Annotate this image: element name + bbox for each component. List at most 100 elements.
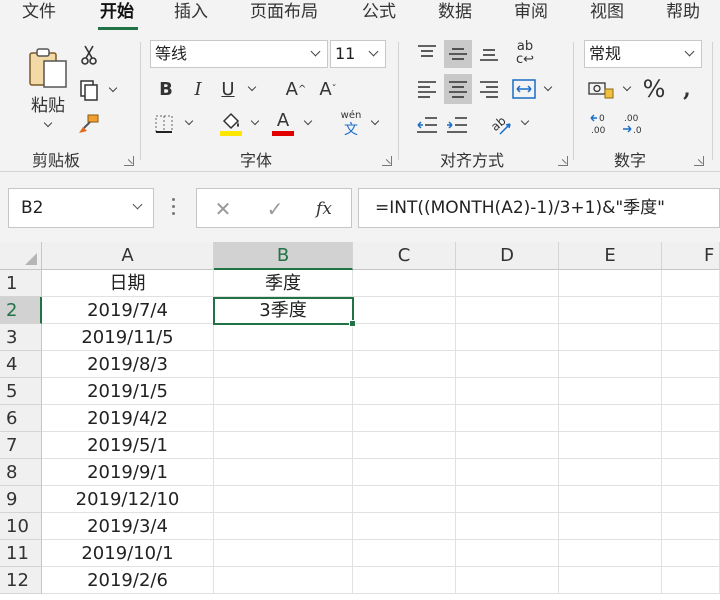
font-size-dropdown[interactable]: 11 [330, 40, 386, 68]
fill-color-button[interactable] [218, 110, 244, 138]
table-cell[interactable] [456, 270, 559, 297]
orientation-button[interactable]: ab c↩ [510, 38, 540, 68]
table-cell[interactable] [214, 351, 353, 378]
decrease-font-size-button[interactable]: Aˇ [316, 76, 340, 102]
fill-handle[interactable] [349, 320, 356, 327]
align-bottom-button[interactable] [476, 40, 502, 66]
accounting-format-button[interactable] [586, 76, 616, 102]
tab-insert[interactable]: 插入 [174, 0, 208, 32]
table-cell[interactable]: 2019/1/5 [42, 378, 214, 405]
table-cell[interactable] [559, 513, 662, 540]
column-header-e[interactable]: E [559, 242, 662, 270]
row-header[interactable]: 10 [0, 513, 42, 540]
align-top-button[interactable] [414, 40, 440, 66]
table-cell[interactable] [353, 432, 456, 459]
table-cell[interactable]: 2019/9/1 [42, 459, 214, 486]
table-cell[interactable] [559, 351, 662, 378]
table-cell[interactable] [559, 297, 662, 324]
formula-bar-grip-icon[interactable] [172, 198, 176, 218]
table-cell[interactable] [353, 324, 456, 351]
row-header[interactable]: 11 [0, 540, 42, 567]
increase-indent-button[interactable] [444, 112, 470, 138]
chevron-down-icon[interactable] [622, 82, 632, 92]
italic-button[interactable]: I [186, 76, 210, 102]
increase-font-size-button[interactable]: A ^ [284, 76, 308, 102]
table-cell[interactable] [353, 351, 456, 378]
row-header[interactable]: 3 [0, 324, 42, 351]
table-cell[interactable]: 2019/2/6 [42, 567, 214, 594]
table-cell[interactable] [456, 567, 559, 594]
column-header-c[interactable]: C [353, 242, 456, 270]
copy-button[interactable] [76, 78, 102, 102]
insert-function-button[interactable]: fx [311, 197, 337, 221]
comma-style-button[interactable]: , [676, 74, 698, 104]
font-name-dropdown[interactable]: 等线 [150, 40, 328, 68]
chevron-down-icon[interactable] [132, 199, 143, 210]
underline-button[interactable]: U [216, 76, 240, 102]
table-cell[interactable] [353, 405, 456, 432]
table-cell[interactable]: 季度 [214, 270, 353, 297]
table-cell[interactable] [456, 486, 559, 513]
percent-style-button[interactable]: % [640, 74, 668, 104]
row-header[interactable]: 2 [0, 297, 42, 324]
align-center-button[interactable] [444, 74, 472, 104]
chevron-down-icon[interactable] [247, 82, 257, 92]
table-cell[interactable] [353, 378, 456, 405]
paste-button[interactable]: 粘贴 [22, 40, 74, 130]
name-box[interactable]: B2 [8, 188, 154, 228]
tab-file[interactable]: 文件 [22, 0, 56, 32]
font-color-button[interactable]: A [270, 108, 296, 138]
row-header[interactable]: 8 [0, 459, 42, 486]
table-cell[interactable] [456, 324, 559, 351]
table-cell[interactable] [353, 270, 456, 297]
dialog-launcher-icon[interactable] [124, 156, 134, 166]
tab-view[interactable]: 视图 [590, 0, 624, 32]
select-all-button[interactable] [0, 242, 42, 270]
cut-button[interactable] [78, 44, 100, 66]
tab-data[interactable]: 数据 [438, 0, 472, 32]
table-cell[interactable] [353, 540, 456, 567]
table-cell[interactable] [662, 378, 720, 405]
table-cell[interactable] [214, 486, 353, 513]
tab-formulas[interactable]: 公式 [362, 0, 396, 32]
phonetic-guide-button[interactable]: wén 文 [338, 108, 364, 140]
table-cell[interactable] [456, 405, 559, 432]
table-cell[interactable] [559, 324, 662, 351]
chevron-down-icon[interactable] [370, 116, 380, 126]
row-header[interactable]: 7 [0, 432, 42, 459]
merge-center-button[interactable] [510, 76, 538, 102]
table-cell[interactable] [662, 459, 720, 486]
table-cell[interactable] [214, 378, 353, 405]
table-cell[interactable] [456, 297, 559, 324]
table-cell[interactable] [456, 459, 559, 486]
borders-button[interactable] [152, 112, 176, 136]
table-cell[interactable] [559, 378, 662, 405]
increase-decimal-button[interactable]: 0.00 [588, 110, 616, 138]
align-left-button[interactable] [414, 76, 440, 102]
table-cell[interactable]: 2019/8/3 [42, 351, 214, 378]
table-cell[interactable] [214, 324, 353, 351]
table-cell[interactable]: 3季度 [214, 297, 353, 324]
chevron-down-icon[interactable] [520, 116, 530, 126]
table-cell[interactable] [662, 324, 720, 351]
row-header[interactable]: 4 [0, 351, 42, 378]
table-cell[interactable] [456, 432, 559, 459]
table-cell[interactable] [214, 432, 353, 459]
table-cell[interactable]: 2019/3/4 [42, 513, 214, 540]
chevron-down-icon[interactable] [303, 116, 313, 126]
align-middle-button[interactable] [444, 40, 472, 68]
table-cell[interactable] [353, 486, 456, 513]
table-cell[interactable] [214, 405, 353, 432]
format-painter-button[interactable] [76, 112, 102, 136]
row-header[interactable]: 1 [0, 270, 42, 297]
row-header[interactable]: 6 [0, 405, 42, 432]
table-cell[interactable]: 2019/4/2 [42, 405, 214, 432]
table-cell[interactable] [456, 378, 559, 405]
table-cell[interactable]: 2019/12/10 [42, 486, 214, 513]
table-cell[interactable]: 2019/7/4 [42, 297, 214, 324]
dialog-launcher-icon[interactable] [382, 156, 392, 166]
chevron-down-icon[interactable] [543, 82, 553, 92]
table-cell[interactable] [559, 432, 662, 459]
tab-review[interactable]: 审阅 [514, 0, 548, 32]
table-cell[interactable] [662, 432, 720, 459]
